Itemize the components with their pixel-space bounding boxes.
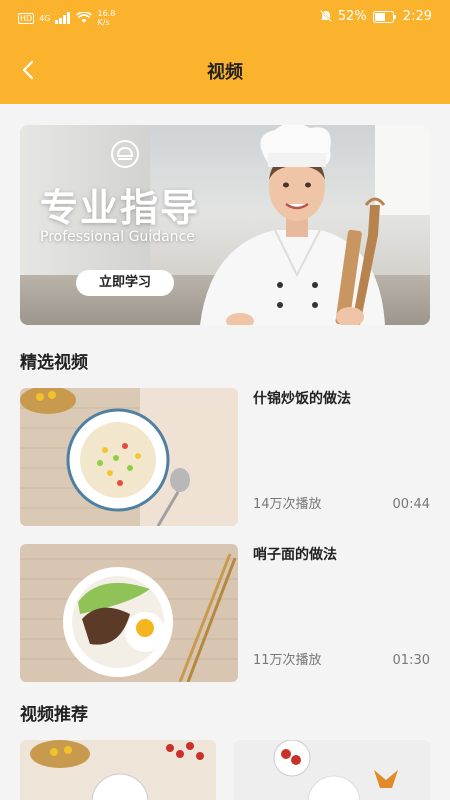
banner-subtitle: Professional Guidance <box>40 229 195 245</box>
video-card-2[interactable]: 哨子面的做法 11万次播放 01:30 <box>20 544 430 682</box>
chef-hat-logo-icon <box>111 140 139 168</box>
video-thumbnail[interactable] <box>20 544 238 682</box>
recommend-thumbnail <box>20 740 216 800</box>
app-header: HD 4G 16.8 K/s 52% 2:29 视频 <box>0 0 450 104</box>
chef-illustration <box>200 125 386 325</box>
page-title: 视频 <box>207 62 243 83</box>
mute-bell-icon <box>319 10 332 23</box>
featured-heading: 精选视频 <box>20 353 88 373</box>
video-title[interactable]: 什锦炒饭的做法 <box>253 388 351 408</box>
video-thumbnail[interactable] <box>20 388 238 526</box>
noodle-bowl-image <box>20 544 238 682</box>
hd-badge: HD <box>18 12 35 24</box>
video-duration: 01:30 <box>392 653 430 668</box>
signal-label: 4G <box>39 13 51 23</box>
video-duration: 00:44 <box>392 497 430 512</box>
network-speed: 16.8 K/s <box>97 9 116 27</box>
recommend-heading: 视频推荐 <box>20 705 88 725</box>
clock: 2:29 <box>402 9 432 24</box>
recommend-thumbnail <box>234 740 430 800</box>
wifi-icon <box>76 12 93 23</box>
recommend-card-2[interactable] <box>234 740 430 800</box>
recommend-card-1[interactable] <box>20 740 216 800</box>
promo-banner[interactable]: 专业指导 Professional Guidance 立即学习 <box>20 125 430 325</box>
play-count: 11万次播放 <box>253 653 322 668</box>
status-bar: HD 4G 16.8 K/s 52% 2:29 <box>0 0 450 34</box>
video-title[interactable]: 哨子面的做法 <box>253 544 337 564</box>
banner-title: 专业指导 <box>40 186 201 230</box>
signal-icon <box>55 12 71 24</box>
fried-rice-image <box>20 388 238 526</box>
battery-icon <box>372 10 396 23</box>
play-count: 14万次播放 <box>253 497 322 512</box>
learn-now-button[interactable]: 立即学习 <box>76 270 174 296</box>
battery-percent: 52% <box>337 9 367 24</box>
video-card-1[interactable]: 什锦炒饭的做法 14万次播放 00:44 <box>20 388 430 526</box>
